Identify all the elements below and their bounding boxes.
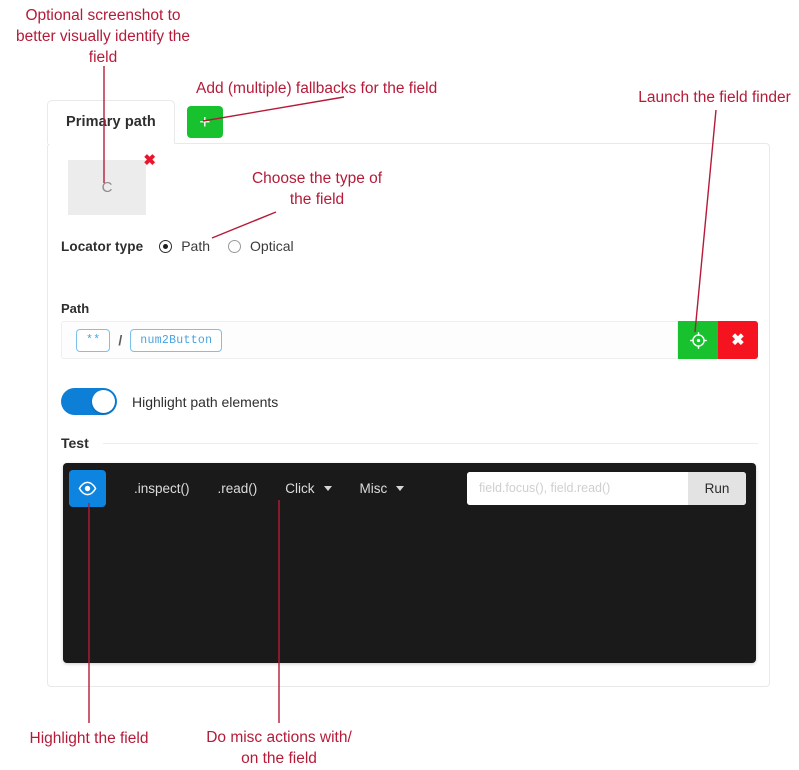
radio-optical-indicator[interactable]	[228, 239, 242, 253]
console-expression-input[interactable]	[467, 471, 688, 505]
screenshot-thumbnail-wrap: C ✖	[68, 153, 156, 215]
console-action-read[interactable]: .read()	[218, 481, 258, 496]
console-run-label: Run	[704, 480, 730, 496]
console-action-click[interactable]: Click	[285, 480, 332, 496]
close-icon: ✖	[143, 152, 156, 169]
chevron-down-icon	[396, 485, 405, 491]
console-run-button[interactable]: Run	[688, 471, 746, 505]
console-action-misc-label: Misc	[359, 480, 388, 496]
radio-path-indicator[interactable]	[159, 239, 173, 253]
test-section-title: Test	[61, 435, 89, 451]
locator-type-row: Locator type Path Optical	[61, 238, 312, 254]
annotation-highlight-note: Highlight the field	[29, 730, 149, 747]
locator-type-label: Locator type	[61, 238, 144, 254]
console-action-inspect-label: .inspect()	[134, 480, 190, 496]
highlight-path-elements-row: Highlight path elements	[61, 388, 278, 415]
add-fallback-button[interactable]: +	[186, 106, 223, 138]
section-divider	[102, 442, 758, 444]
annotation-field-finder-note: Launch the field finder	[638, 89, 791, 106]
highlight-path-elements-label: Highlight path elements	[132, 393, 279, 410]
screenshot-thumbnail-glyph: C	[101, 179, 113, 196]
path-chip-element[interactable]: num2Button	[130, 328, 223, 352]
chevron-down-icon	[323, 485, 332, 491]
path-input[interactable]: ** / num2Button	[61, 321, 678, 359]
radio-option-optical[interactable]: Optical	[228, 238, 294, 254]
test-console: .inspect() .read() Click Misc Run	[63, 463, 756, 663]
highlight-path-elements-toggle[interactable]	[61, 388, 117, 415]
field-finder-button[interactable]	[678, 321, 718, 359]
radio-optical-label: Optical	[250, 238, 294, 254]
tab-primary-path[interactable]: Primary path	[47, 100, 175, 144]
close-icon: ✖	[731, 332, 745, 349]
console-action-click-label: Click	[285, 480, 315, 496]
test-section-header: Test	[61, 435, 758, 451]
path-section-label: Path	[61, 301, 90, 316]
plus-icon: +	[199, 111, 211, 133]
console-toolbar: .inspect() .read() Click Misc Run	[63, 463, 756, 513]
field-config-card: C ✖ Locator type Path Optical Path ** / …	[47, 143, 770, 687]
highlight-field-button[interactable]	[69, 469, 106, 507]
screenshot-thumbnail[interactable]: C	[68, 160, 146, 215]
console-action-read-label: .read()	[217, 480, 258, 496]
path-separator: /	[118, 332, 123, 348]
radio-option-path[interactable]: Path	[159, 238, 210, 254]
path-input-row: ** / num2Button ✖	[61, 321, 758, 359]
console-run-group: Run	[467, 471, 746, 505]
crosshair-icon	[689, 331, 707, 349]
annotation-screenshot-note: Optional screenshot to better visually i…	[15, 7, 191, 66]
path-chip-wildcard[interactable]: **	[76, 328, 111, 352]
console-action-misc[interactable]: Misc	[360, 481, 405, 496]
radio-path-label: Path	[181, 238, 211, 254]
annotation-fallbacks-note: Add (multiple) fallbacks for the field	[196, 80, 438, 97]
tab-primary-path-label: Primary path	[66, 114, 156, 130]
clear-path-button[interactable]: ✖	[718, 321, 758, 359]
console-action-inspect[interactable]: .inspect()	[134, 481, 190, 496]
eye-icon	[78, 481, 97, 495]
annotation-misc-note: Do misc actions with/ on the field	[206, 729, 352, 767]
remove-screenshot-button[interactable]: ✖	[141, 151, 158, 170]
annotation-locator-type-note: Choose the type of the field	[251, 170, 383, 208]
